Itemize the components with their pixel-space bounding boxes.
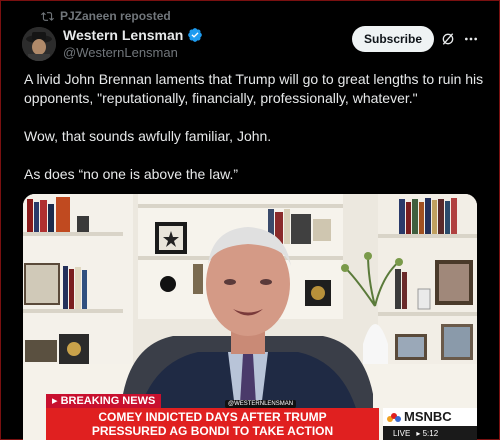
live-label: LIVE bbox=[393, 428, 411, 438]
avatar-image bbox=[22, 27, 56, 61]
repost-banner[interactable]: PJZaneen reposted bbox=[41, 9, 171, 23]
breaking-news-label: ▸ BREAKING NEWS bbox=[46, 394, 162, 408]
avatar[interactable] bbox=[22, 27, 56, 61]
author-display-name[interactable]: Western Lensman bbox=[63, 27, 183, 43]
live-indicator: LIVE ▸ 5:12 bbox=[383, 426, 477, 440]
repost-text: PJZaneen reposted bbox=[60, 9, 171, 23]
author-name-row[interactable]: Western Lensman bbox=[63, 27, 203, 43]
headline-line-2: PRESSURED AG BONDI TO TAKE ACTION bbox=[91, 424, 334, 438]
peacock-icon bbox=[387, 413, 401, 422]
repost-icon bbox=[41, 11, 54, 21]
broadcast-time: ▸ 5:12 bbox=[416, 428, 439, 438]
tweet-paragraph-1: A livid John Brennan laments that Trump … bbox=[24, 71, 484, 106]
tweet-paragraph-2: Wow, that sounds awfully familiar, John. bbox=[24, 128, 272, 144]
news-headline: COMEY INDICTED DAYS AFTER TRUMP PRESSURE… bbox=[46, 408, 379, 440]
video-thumbnail[interactable]: @WESTERNLENSMAN ▸ BREAKING NEWS COMEY IN… bbox=[23, 194, 477, 440]
network-logo: MSNBC bbox=[383, 408, 477, 426]
headline-line-1: COMEY INDICTED DAYS AFTER TRUMP bbox=[98, 410, 327, 424]
tweet-text: A livid John Brennan laments that Trump … bbox=[24, 70, 484, 184]
more-icon[interactable] bbox=[463, 31, 479, 47]
subscribe-button[interactable]: Subscribe bbox=[352, 26, 434, 52]
author-handle[interactable]: @WesternLensman bbox=[63, 45, 178, 60]
tweet-paragraph-3: As does “no one is above the law.” bbox=[24, 166, 239, 182]
network-name: MSNBC bbox=[404, 409, 452, 424]
grok-icon[interactable] bbox=[440, 31, 456, 47]
news-lower-third: ▸ BREAKING NEWS COMEY INDICTED DAYS AFTE… bbox=[23, 393, 477, 440]
verified-badge-icon bbox=[188, 28, 203, 42]
